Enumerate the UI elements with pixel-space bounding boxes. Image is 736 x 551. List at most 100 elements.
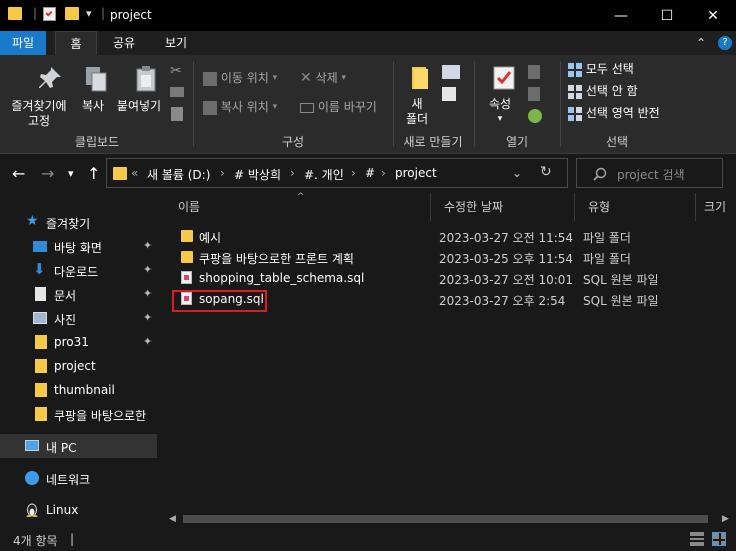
copy-to-icon — [203, 100, 217, 115]
minimize-button[interactable]: — — [598, 0, 644, 31]
up-button[interactable]: ↑ — [87, 164, 100, 183]
column-header-size[interactable]: 크기 — [696, 193, 736, 221]
pin-to-quick-access-button[interactable]: 즐겨찾기에 고정 — [4, 65, 74, 131]
status-separator: | — [70, 532, 75, 546]
nav-item-desktop[interactable]: 바탕 화면 ✦ — [0, 234, 165, 258]
history-icon[interactable] — [528, 109, 542, 123]
nav-label: project — [54, 359, 96, 373]
file-row[interactable]: shopping_table_schema.sql 2023-03-27 오전 … — [165, 268, 725, 289]
new-item-icon[interactable] — [442, 65, 460, 79]
tab-view[interactable]: 보기 — [155, 31, 197, 55]
pin-icon[interactable]: ✦ — [143, 335, 152, 348]
properties-quick-icon[interactable] — [43, 7, 56, 21]
large-icons-view-icon[interactable] — [712, 532, 726, 546]
file-type: 파일 폴더 — [583, 252, 631, 266]
horizontal-scrollbar[interactable]: ◀ ▶ — [165, 511, 736, 527]
nav-label: 내 PC — [46, 441, 77, 455]
nav-item-documents[interactable]: 문서 ✦ — [0, 282, 165, 306]
search-box[interactable]: project 검색 — [576, 158, 723, 188]
pin-icon[interactable]: ✦ — [143, 287, 152, 300]
nav-item-coupang[interactable]: 쿠팡을 바탕으로한 — [0, 402, 165, 426]
breadcrumb-separator: › — [351, 166, 356, 180]
select-all-button[interactable]: 모두 선택 — [568, 62, 634, 80]
folder-icon — [35, 383, 47, 397]
pin-icon[interactable]: ✦ — [143, 263, 152, 276]
nav-item-thumbnail[interactable]: thumbnail — [0, 378, 165, 402]
breadcrumb-item[interactable]: #. 개인 — [304, 166, 344, 183]
delete-button[interactable]: ✕ 삭제 ▾ — [300, 71, 346, 89]
new-folder-quick-icon[interactable] — [65, 7, 79, 20]
refresh-button[interactable]: ↻ — [540, 164, 552, 180]
edit-icon[interactable] — [528, 87, 540, 101]
ribbon: 즐겨찾기에 고정 복사 붙여넣기 ✂ 클립보드 이동 위치 ▾ 복사 위치 ▾ … — [0, 55, 736, 154]
group-label-open: 열기 — [505, 135, 529, 149]
address-dropdown-button[interactable]: ⌄ — [512, 166, 522, 180]
column-header-modified[interactable]: 수정한 날짜 — [431, 193, 575, 221]
breadcrumb-item[interactable]: project — [395, 166, 437, 180]
move-to-button[interactable]: 이동 위치 ▾ — [203, 71, 277, 89]
rename-label: 이름 바꾸기 — [317, 100, 377, 114]
customize-quick-access-button[interactable]: ▾ — [86, 7, 92, 20]
file-type: SQL 원본 파일 — [583, 273, 659, 287]
select-none-button[interactable]: 선택 안 함 — [568, 84, 638, 102]
tab-home[interactable]: 홈 — [55, 31, 97, 55]
nav-label: 사진 — [54, 313, 77, 327]
nav-item-project[interactable]: project — [0, 354, 165, 378]
copy-button[interactable]: 복사 — [76, 65, 110, 117]
ribbon-divider — [560, 61, 561, 147]
details-view-icon[interactable] — [690, 532, 704, 546]
rename-button[interactable]: 이름 바꾸기 — [300, 100, 377, 118]
new-folder-button[interactable]: 새 폴더 — [398, 65, 436, 129]
back-button[interactable]: ← — [12, 164, 25, 183]
copy-label: 복사 — [81, 99, 105, 113]
easy-access-icon[interactable] — [442, 87, 456, 101]
breadcrumb-separator: › — [381, 166, 386, 180]
help-button[interactable]: ? — [718, 36, 732, 50]
new-folder-label-line2: 폴더 — [405, 112, 429, 126]
address-bar[interactable]: « 새 볼륨 (D:) › # 박상희 › #. 개인 › # › projec… — [106, 158, 568, 188]
nav-item-pro31[interactable]: pro31 ✦ — [0, 330, 165, 354]
forward-button[interactable]: → — [41, 164, 54, 183]
column-header-name[interactable]: 이름 — [165, 193, 431, 221]
copy-to-button[interactable]: 복사 위치 ▾ — [203, 100, 277, 118]
breadcrumb-separator: › — [220, 166, 225, 180]
nav-this-pc[interactable]: 내 PC — [0, 434, 157, 458]
scroll-left-icon[interactable]: ◀ — [169, 511, 176, 527]
maximize-button[interactable]: ☐ — [644, 0, 690, 31]
open-icon[interactable] — [528, 65, 540, 79]
scroll-right-icon[interactable]: ▶ — [722, 511, 729, 527]
nav-quick-access[interactable]: ★ 즐겨찾기 — [0, 210, 165, 234]
file-list-header: 이름 수정한 날짜 유형 크기 — [165, 193, 736, 221]
ribbon-divider — [474, 61, 475, 147]
pin-icon[interactable]: ✦ — [143, 239, 152, 252]
cut-icon[interactable]: ✂ — [170, 63, 182, 79]
ribbon-divider — [393, 61, 394, 147]
paste-button[interactable]: 붙여넣기 — [114, 65, 164, 117]
file-row[interactable]: 예시 2023-03-27 오전 11:54 파일 폴더 — [165, 226, 725, 247]
paste-shortcut-icon[interactable] — [171, 107, 183, 121]
pin-icon[interactable]: ✦ — [143, 311, 152, 324]
nav-item-downloads[interactable]: ⬇ 다운로드 ✦ — [0, 258, 165, 282]
tab-share[interactable]: 공유 — [103, 31, 145, 55]
properties-button[interactable]: 속성 ▾ — [480, 65, 520, 131]
move-to-dropdown-icon: ▾ — [272, 73, 278, 83]
nav-linux[interactable]: Linux — [0, 498, 165, 522]
rename-icon — [300, 102, 314, 113]
copy-path-icon[interactable] — [170, 87, 184, 97]
nav-item-pictures[interactable]: 사진 ✦ — [0, 306, 165, 330]
tab-file[interactable]: 파일 — [0, 31, 46, 55]
breadcrumb-item[interactable]: 새 볼륨 (D:) — [147, 166, 210, 183]
scrollbar-thumb[interactable] — [183, 515, 708, 523]
breadcrumb-item[interactable]: # 박상희 — [234, 166, 281, 183]
invert-selection-button[interactable]: 선택 영역 반전 — [568, 106, 660, 124]
column-header-type[interactable]: 유형 — [575, 193, 696, 221]
breadcrumb-overflow[interactable]: « — [131, 166, 138, 180]
recent-locations-button[interactable]: ▾ — [68, 167, 74, 180]
file-row[interactable]: 쿠팡을 바탕으로한 프론트 계획 2023-03-25 오후 11:54 파일 … — [165, 247, 725, 268]
folder-icon — [8, 7, 22, 20]
collapse-ribbon-button[interactable]: ⌃ — [696, 36, 706, 50]
close-button[interactable]: ✕ — [690, 0, 736, 31]
file-type: SQL 원본 파일 — [583, 294, 659, 308]
nav-network[interactable]: 네트워크 — [0, 466, 165, 490]
breadcrumb-item[interactable]: # — [365, 166, 375, 180]
